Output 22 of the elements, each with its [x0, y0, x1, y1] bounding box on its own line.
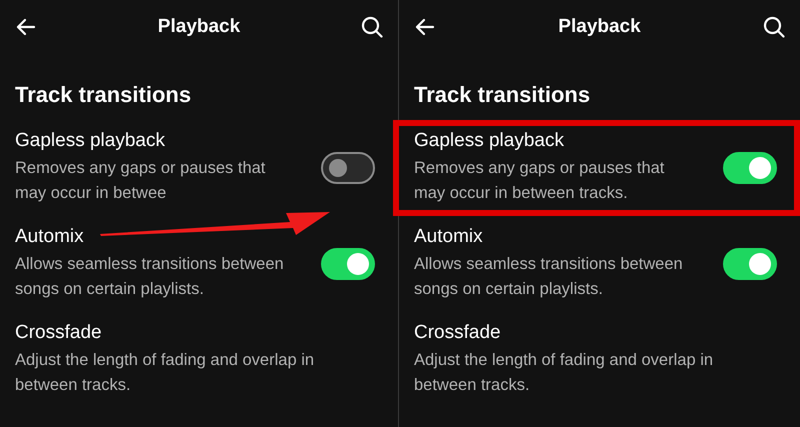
toggle-switch[interactable]	[321, 152, 375, 184]
screen-title: Playback	[558, 16, 641, 38]
setting-title: Crossfade	[414, 322, 501, 344]
screen-title: Playback	[158, 16, 240, 38]
setting-description: Adjust the length of fading and overlap in between tracks.	[15, 350, 314, 396]
setting-title: Automix	[414, 226, 483, 248]
toggle-switch[interactable]	[321, 248, 375, 280]
setting-title: Crossfade	[15, 322, 102, 344]
toggle-switch[interactable]	[723, 248, 777, 280]
toggle-switch[interactable]	[723, 152, 777, 184]
setting-title: Gapless playback	[414, 130, 564, 152]
setting-description: Allows seamless transitions between songs on certain playlists.	[15, 254, 284, 300]
setting-title: Gapless playback	[15, 130, 165, 152]
setting-description: Allows seamless transitions between songs on certain playlists.	[414, 254, 683, 300]
setting-description: Removes any gaps or pauses that may occur in between tracks.	[414, 158, 664, 204]
search-icon[interactable]	[762, 15, 786, 39]
setting-description: Adjust the length of fading and overlap in between tracks.	[414, 350, 714, 396]
section-heading: Track transitions	[413, 81, 592, 109]
section-heading: Track transitions	[14, 81, 192, 109]
setting-description: Removes any gaps or pauses that may occur in betwee	[15, 158, 266, 204]
setting-title: Automix	[15, 226, 84, 248]
search-icon[interactable]	[360, 15, 384, 39]
